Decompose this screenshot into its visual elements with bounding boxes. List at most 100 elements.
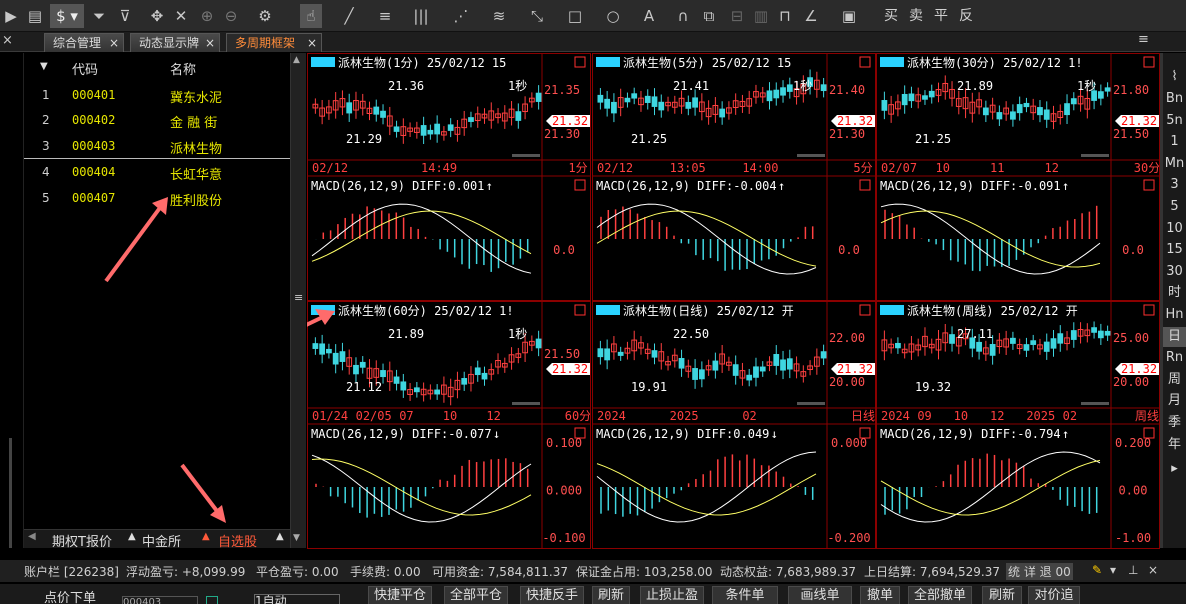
period-button[interactable]: Hn xyxy=(1163,305,1186,325)
close-all-button[interactable]: 全部平仓 xyxy=(444,586,508,604)
period-button[interactable]: 年 xyxy=(1163,435,1186,455)
quick-reverse-button[interactable]: 快捷反手 xyxy=(520,586,584,604)
candle xyxy=(901,93,908,106)
chart-type-icon[interactable]: ⌇ xyxy=(1163,67,1186,87)
period-button[interactable]: 3 xyxy=(1163,175,1186,195)
candle xyxy=(1104,87,1111,92)
scroll-up-icon[interactable]: ▲ xyxy=(293,55,300,65)
period-button[interactable]: 15 xyxy=(1163,240,1186,260)
channel-icon[interactable]: ≋ xyxy=(488,4,510,28)
chart-panel[interactable]: 派林生物(60分) 25/02/12 1! 21.89 21.12 1秒 21.50 21… xyxy=(307,301,591,549)
move-icon[interactable]: ✥ xyxy=(146,4,168,28)
stop-loss-button[interactable]: 止损止盈 xyxy=(640,586,704,604)
menu-icon[interactable]: ≡ xyxy=(1138,32,1149,47)
play-icon[interactable]: ▶ xyxy=(0,4,22,28)
text-icon[interactable]: A xyxy=(638,4,660,28)
pin2-icon[interactable]: ⊥ xyxy=(1128,563,1138,577)
period-button[interactable]: 5n xyxy=(1163,111,1186,131)
reverse-button[interactable]: 反 xyxy=(959,5,973,27)
chart-panel[interactable]: 派林生物(30分) 25/02/12 1! 21.89 21.25 1秒 21.80 21… xyxy=(876,53,1160,301)
code-input[interactable]: 000403 xyxy=(122,596,198,604)
chart-panel[interactable]: 派林生物(日线) 25/02/12 开 22.50 19.91 22.00 20.00 2… xyxy=(592,301,876,549)
auto-select[interactable]: 1自动 xyxy=(254,594,340,604)
close-icon[interactable]: × xyxy=(109,34,119,52)
zoom-in-icon[interactable]: ⊕ xyxy=(196,4,218,28)
candle xyxy=(766,90,773,102)
tab-multi-period[interactable]: 多周期框架 × xyxy=(226,33,322,52)
chart-panel[interactable]: 派林生物(5分) 25/02/12 15 21.41 21.25 1秒 21.40 21.… xyxy=(592,53,876,301)
period-button[interactable]: 时 xyxy=(1163,283,1186,303)
period-button[interactable]: Mn xyxy=(1163,154,1186,174)
rectangle-icon[interactable]: □ xyxy=(564,4,586,28)
magnet-icon[interactable]: ∩ xyxy=(672,4,694,28)
close-icon[interactable]: × xyxy=(2,33,13,48)
cancel-order-button[interactable]: 撤单 xyxy=(860,586,900,604)
zoom-out-icon[interactable]: ⊖ xyxy=(220,4,242,28)
vertical-lines-icon[interactable]: ||| xyxy=(410,4,432,28)
quick-close-button[interactable]: 快捷平仓 xyxy=(368,586,432,604)
tab-cffex[interactable]: 中金所 xyxy=(142,531,181,550)
pin-icon[interactable]: ✎ xyxy=(1092,563,1102,577)
sell-button[interactable]: 卖 xyxy=(909,5,923,27)
circle-icon[interactable]: ○ xyxy=(602,4,624,28)
tab-options-quote[interactable]: 期权T报价 xyxy=(52,531,112,550)
macd-label: MACD(26,12,9) DIFF:-0.077 xyxy=(311,427,492,441)
candle xyxy=(780,87,786,96)
measure-icon[interactable]: ⤡ xyxy=(526,4,548,28)
up-icon[interactable]: ▲ xyxy=(276,531,284,542)
lock-open-icon[interactable]: ⊓ xyxy=(774,4,796,28)
refresh-button[interactable]: 刷新 xyxy=(592,586,630,604)
fib-icon[interactable]: ≡ xyxy=(374,4,396,28)
macd-label: MACD(26,12,9) DIFF:0.001 xyxy=(311,179,484,193)
line-order-button[interactable]: 画线单 xyxy=(788,586,852,604)
period-button[interactable]: 日 xyxy=(1163,326,1186,347)
right-scrollbar[interactable] xyxy=(1160,53,1163,548)
filter-icon[interactable]: ⏷ xyxy=(88,4,110,28)
trash-icon[interactable]: ▥ xyxy=(750,4,772,28)
line-icon[interactable]: ╱ xyxy=(338,4,360,28)
dollar-icon[interactable]: $ ▾ xyxy=(50,4,84,28)
period-button[interactable]: 5 xyxy=(1163,197,1186,217)
close-button[interactable]: 平 xyxy=(934,5,948,27)
chevron-down-icon[interactable]: ▾ xyxy=(1110,563,1116,577)
period-button[interactable]: Rn xyxy=(1163,348,1186,368)
period-button[interactable]: 30 xyxy=(1163,262,1186,282)
document-icon[interactable]: ▤ xyxy=(24,4,46,28)
copy-icon[interactable]: ⧉ xyxy=(698,4,720,28)
prev-icon[interactable]: ◀ xyxy=(28,531,36,542)
scroll-down-icon[interactable]: ▼ xyxy=(293,533,300,543)
close-icon[interactable]: × xyxy=(1148,563,1158,577)
splitter-icon[interactable]: ≡ xyxy=(294,291,303,304)
chart-panel[interactable]: 派林生物(1分) 25/02/12 15 21.36 21.29 1秒 21.35 21.… xyxy=(307,53,591,301)
period-button[interactable]: Bn xyxy=(1163,89,1186,109)
chevron-icon[interactable]: ▸ xyxy=(1163,459,1186,479)
candle xyxy=(786,358,793,370)
lock-icon[interactable]: ⊟ xyxy=(726,4,748,28)
period-button[interactable]: 周 xyxy=(1163,370,1186,390)
crosshair-icon[interactable]: ✕ xyxy=(170,4,192,28)
save-icon[interactable]: ▣ xyxy=(838,4,860,28)
scrollbar[interactable] xyxy=(9,438,12,548)
tab-watchlist[interactable]: 自选股 xyxy=(218,531,257,550)
tab-overview[interactable]: 综合管理 × xyxy=(44,33,124,52)
status-actions[interactable]: 统 详 退 00 xyxy=(1006,563,1073,580)
pen-icon[interactable]: ∠ xyxy=(800,4,822,28)
chase-price-button[interactable]: 对价追 xyxy=(1028,586,1080,604)
conditional-order-button[interactable]: 条件单 xyxy=(712,586,778,604)
cancel-all-button[interactable]: 全部撤单 xyxy=(908,586,972,604)
close-icon[interactable]: × xyxy=(307,34,317,52)
filter-clear-icon[interactable]: ⊽ xyxy=(114,4,136,28)
period-button[interactable]: 10 xyxy=(1163,219,1186,239)
chart-panel[interactable]: 派林生物(周线) 25/02/12 开 27.11 19.32 25.00 20.00 2… xyxy=(876,301,1160,549)
refresh-button-2[interactable]: 刷新 xyxy=(982,586,1022,604)
period-button[interactable]: 月 xyxy=(1163,391,1186,411)
cursor-icon[interactable]: ☝ xyxy=(300,4,322,28)
period-button[interactable]: 1 xyxy=(1163,132,1186,152)
buy-button[interactable]: 买 xyxy=(884,5,898,27)
period-button[interactable]: 季 xyxy=(1163,413,1186,433)
close-icon[interactable]: × xyxy=(205,34,215,52)
list-scrollbar[interactable]: ▲ ≡ ▼ xyxy=(290,53,306,548)
tab-dynamic-board[interactable]: 动态显示牌 × xyxy=(130,33,220,52)
fan-icon[interactable]: ⋰ xyxy=(450,4,472,28)
gear-icon[interactable]: ⚙ xyxy=(254,4,276,28)
